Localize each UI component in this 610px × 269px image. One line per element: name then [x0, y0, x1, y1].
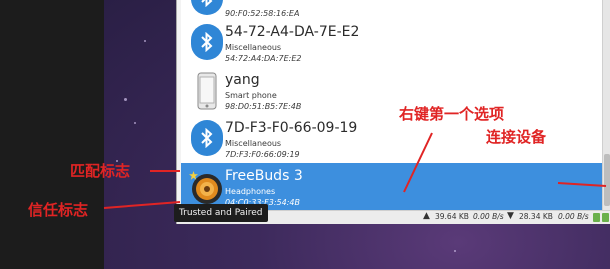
connect-pointer [557, 182, 607, 187]
trust-mark-pointer [103, 201, 181, 209]
right-click-pointer [403, 132, 433, 193]
annotation-arrows [103, 132, 607, 209]
